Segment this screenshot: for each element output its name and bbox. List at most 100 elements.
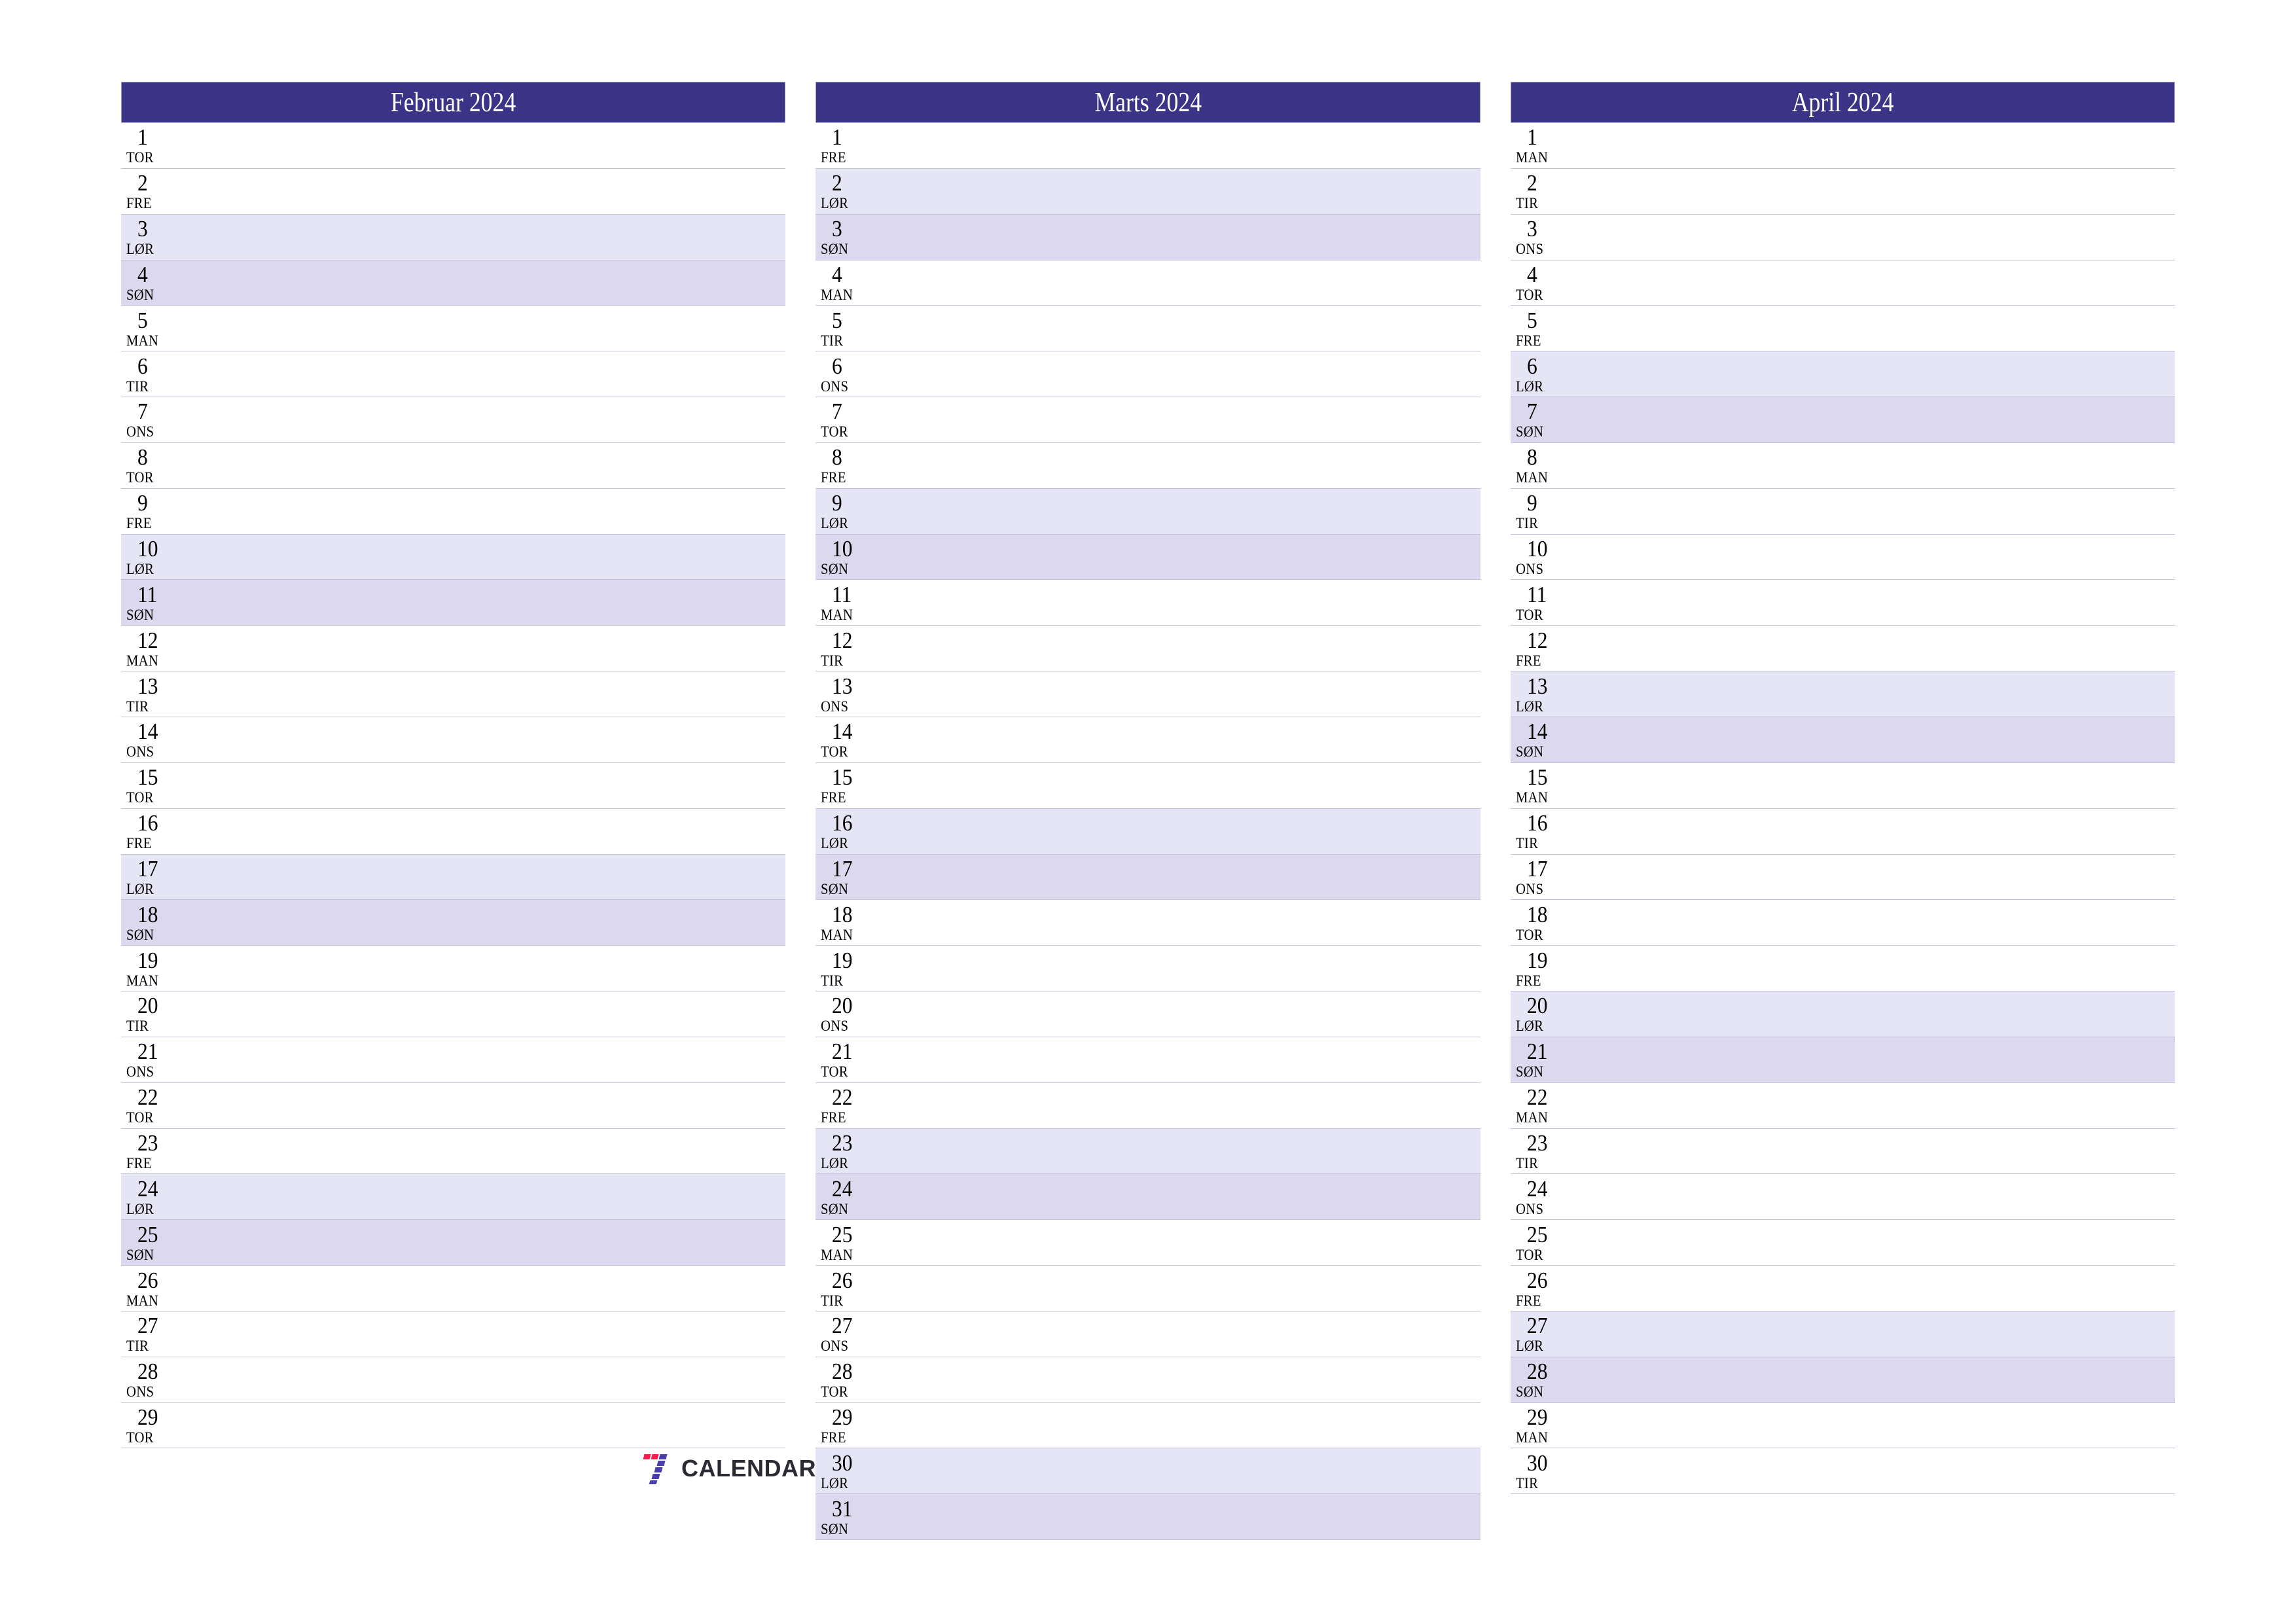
day-row[interactable]: 7 ONS — [121, 397, 786, 443]
day-row[interactable]: 3 SØN — [816, 214, 1480, 260]
day-row[interactable]: 10 LØR — [121, 534, 786, 580]
day-row[interactable]: 24 SØN — [816, 1174, 1480, 1221]
day-row[interactable]: 23 FRE — [121, 1128, 786, 1175]
day-row[interactable]: 14 ONS — [121, 717, 786, 763]
day-row[interactable]: 24 LØR — [121, 1174, 786, 1221]
day-row[interactable]: 16 LØR — [816, 808, 1480, 855]
day-row[interactable]: 31 SØN — [816, 1494, 1480, 1541]
day-row[interactable]: 8 TOR — [121, 442, 786, 489]
day-row[interactable]: 14 SØN — [1510, 717, 2175, 763]
day-row[interactable]: 13 TIR — [121, 671, 786, 717]
day-row[interactable]: 4 SØN — [121, 260, 786, 306]
day-row[interactable]: 20 TIR — [121, 991, 786, 1037]
day-row[interactable]: 5 MAN — [121, 306, 786, 352]
day-number: 29 — [137, 1404, 158, 1431]
day-row[interactable]: 13 ONS — [816, 671, 1480, 717]
day-row[interactable]: 26 FRE — [1510, 1266, 2175, 1311]
day-row[interactable]: 26 TIR — [816, 1266, 1480, 1311]
day-row[interactable]: 15 MAN — [1510, 762, 2175, 809]
day-row[interactable]: 12 TIR — [816, 626, 1480, 672]
day-row[interactable]: 7 SØN — [1510, 397, 2175, 443]
day-row[interactable]: 2 LØR — [816, 168, 1480, 215]
day-row[interactable]: 27 ONS — [816, 1311, 1480, 1357]
day-row[interactable]: 26 MAN — [121, 1266, 786, 1311]
day-row[interactable]: 5 TIR — [816, 306, 1480, 352]
day-row[interactable]: 19 FRE — [1510, 946, 2175, 992]
day-row[interactable]: 2 TIR — [1510, 168, 2175, 215]
day-number: 8 — [832, 444, 843, 471]
day-row[interactable]: 8 MAN — [1510, 442, 2175, 489]
day-row[interactable]: 3 LØR — [121, 214, 786, 260]
day-row[interactable]: 1 FRE — [816, 123, 1480, 169]
day-row[interactable]: 6 TIR — [121, 351, 786, 398]
day-row[interactable]: 21 ONS — [121, 1037, 786, 1083]
day-row[interactable]: 6 LØR — [1510, 351, 2175, 398]
day-row[interactable]: 20 ONS — [816, 991, 1480, 1037]
day-row[interactable]: 11 SØN — [121, 580, 786, 626]
day-row[interactable]: 7 TOR — [816, 397, 1480, 443]
day-weekday-abbr: FRE — [821, 1429, 847, 1446]
day-row[interactable]: 18 MAN — [816, 900, 1480, 946]
day-row[interactable]: 9 FRE — [121, 488, 786, 535]
day-weekday-abbr: TOR — [821, 1383, 849, 1400]
day-number: 12 — [1526, 627, 1548, 653]
day-row[interactable]: 18 TOR — [1510, 900, 2175, 946]
day-row[interactable]: 20 LØR — [1510, 991, 2175, 1037]
day-row[interactable]: 4 TOR — [1510, 260, 2175, 306]
day-row[interactable]: 29 MAN — [1510, 1402, 2175, 1449]
day-row[interactable]: 22 TOR — [121, 1082, 786, 1129]
day-row[interactable]: 18 SØN — [121, 900, 786, 946]
day-row[interactable]: 28 SØN — [1510, 1357, 2175, 1403]
day-row[interactable]: 11 MAN — [816, 580, 1480, 626]
day-row[interactable]: 27 TIR — [121, 1311, 786, 1357]
day-row[interactable]: 22 MAN — [1510, 1082, 2175, 1129]
day-row[interactable]: 15 TOR — [121, 762, 786, 809]
day-row[interactable]: 4 MAN — [816, 260, 1480, 306]
day-row[interactable]: 12 MAN — [121, 626, 786, 672]
day-row[interactable]: 9 LØR — [816, 488, 1480, 535]
day-row[interactable]: 25 MAN — [816, 1220, 1480, 1266]
day-row[interactable]: 10 ONS — [1510, 534, 2175, 580]
day-row[interactable]: 29 FRE — [816, 1402, 1480, 1449]
day-row[interactable]: 19 MAN — [121, 946, 786, 992]
day-row[interactable]: 23 TIR — [1510, 1128, 2175, 1175]
day-row[interactable]: 21 TOR — [816, 1037, 1480, 1083]
day-row[interactable]: 23 LØR — [816, 1128, 1480, 1175]
day-row[interactable]: 28 TOR — [816, 1357, 1480, 1403]
day-row[interactable]: 17 ONS — [1510, 854, 2175, 901]
day-row[interactable]: 5 FRE — [1510, 306, 2175, 352]
day-row[interactable]: 28 ONS — [121, 1357, 786, 1403]
day-row[interactable]: 6 ONS — [816, 351, 1480, 398]
day-row[interactable]: 15 FRE — [816, 762, 1480, 809]
day-row[interactable]: 19 TIR — [816, 946, 1480, 992]
day-row[interactable]: 16 TIR — [1510, 808, 2175, 855]
day-number: 30 — [832, 1450, 853, 1476]
day-row[interactable]: 16 FRE — [121, 808, 786, 855]
day-row[interactable]: 27 LØR — [1510, 1311, 2175, 1357]
day-row[interactable]: 14 TOR — [816, 717, 1480, 763]
day-number: 11 — [832, 581, 852, 607]
day-row[interactable]: 3 ONS — [1510, 214, 2175, 260]
day-row[interactable]: 11 TOR — [1510, 580, 2175, 626]
day-row[interactable]: 1 MAN — [1510, 123, 2175, 169]
day-row[interactable]: 13 LØR — [1510, 671, 2175, 717]
day-row[interactable]: 25 TOR — [1510, 1220, 2175, 1266]
day-row[interactable]: 8 FRE — [816, 442, 1480, 489]
day-number: 25 — [832, 1221, 853, 1247]
day-row[interactable]: 17 LØR — [121, 854, 786, 901]
day-row[interactable]: 29 TOR — [121, 1402, 786, 1449]
day-row[interactable]: 12 FRE — [1510, 626, 2175, 672]
day-row[interactable]: 21 SØN — [1510, 1037, 2175, 1083]
day-row[interactable]: 30 TIR — [1510, 1448, 2175, 1495]
day-row[interactable]: 25 SØN — [121, 1220, 786, 1266]
day-row[interactable]: 30 LØR — [816, 1448, 1480, 1495]
day-label-group: 5 TIR — [821, 306, 884, 351]
day-row[interactable]: 24 ONS — [1510, 1174, 2175, 1221]
day-row[interactable]: 2 FRE — [121, 168, 786, 215]
day-weekday-abbr: TIR — [1515, 1154, 1538, 1171]
day-row[interactable]: 10 SØN — [816, 534, 1480, 580]
day-row[interactable]: 9 TIR — [1510, 488, 2175, 535]
day-row[interactable]: 22 FRE — [816, 1082, 1480, 1129]
day-row[interactable]: 17 SØN — [816, 854, 1480, 901]
day-row[interactable]: 1 TOR — [121, 123, 786, 169]
